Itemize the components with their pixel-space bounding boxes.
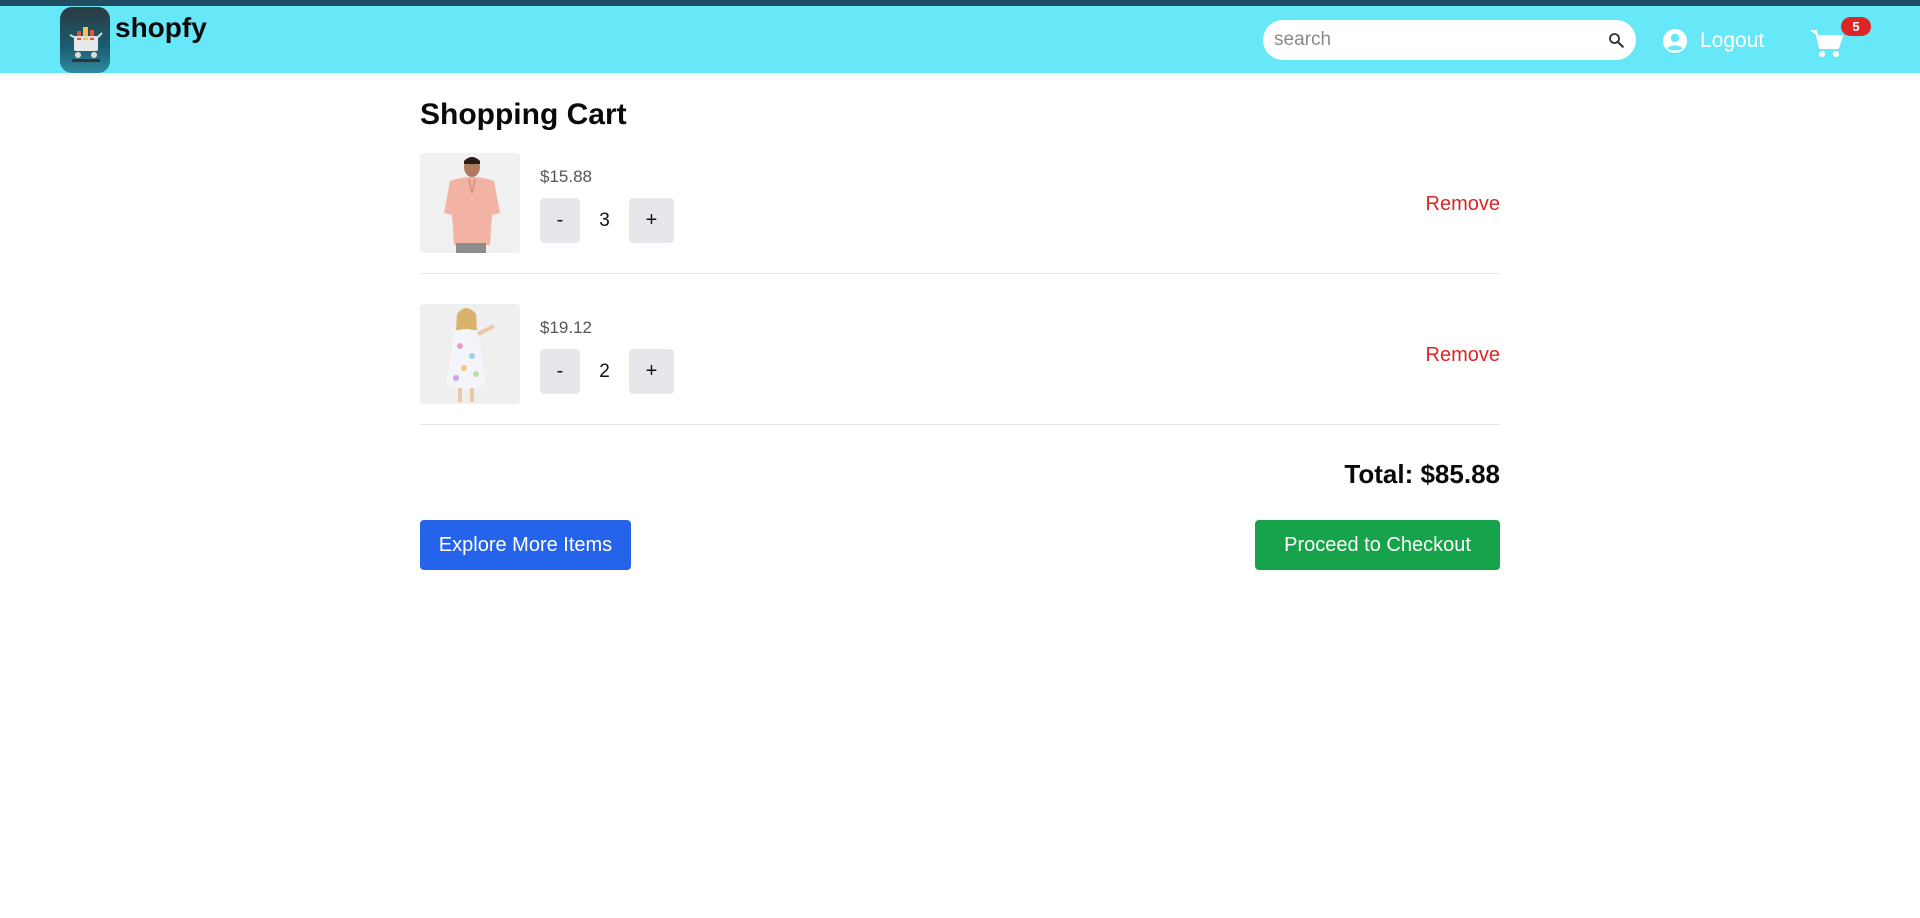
remove-item-link[interactable]: Remove <box>1426 344 1500 367</box>
product-image[interactable] <box>420 304 520 404</box>
cart-total: Total: $85.88 <box>1344 459 1500 489</box>
item-price: $15.88 <box>540 167 592 186</box>
search-icon[interactable] <box>1607 31 1625 49</box>
logout-link[interactable]: Logout <box>1700 29 1764 53</box>
navbar: shopfy Logout 5 <box>0 6 1920 73</box>
product-image[interactable] <box>420 153 520 253</box>
search-input[interactable] <box>1263 20 1593 60</box>
remove-item-link[interactable]: Remove <box>1426 193 1500 216</box>
explore-more-button[interactable]: Explore More Items <box>420 520 631 570</box>
cart-button[interactable]: 5 <box>1808 17 1871 62</box>
decrease-quantity-button[interactable]: - <box>540 349 580 394</box>
quantity-value: 2 <box>599 361 610 382</box>
decrease-quantity-button[interactable]: - <box>540 198 580 243</box>
page-title: Shopping Cart <box>420 98 627 131</box>
cart-item: $19.12 - 2 + Remove <box>420 304 1500 425</box>
brand-name[interactable]: shopfy <box>115 12 207 44</box>
increase-quantity-button[interactable]: + <box>629 349 674 394</box>
checkout-button[interactable]: Proceed to Checkout <box>1255 520 1500 570</box>
quantity-value: 3 <box>599 210 610 231</box>
account-menu[interactable]: Logout <box>1662 26 1764 56</box>
cart-item: $15.88 - 3 + Remove <box>420 153 1500 274</box>
search-box <box>1263 20 1636 60</box>
cart-count-badge: 5 <box>1841 17 1871 36</box>
cart-icon <box>1811 30 1843 57</box>
increase-quantity-button[interactable]: + <box>629 198 674 243</box>
item-price: $19.12 <box>540 318 592 337</box>
brand-logo[interactable] <box>60 7 110 73</box>
user-circle-icon <box>1663 29 1687 53</box>
